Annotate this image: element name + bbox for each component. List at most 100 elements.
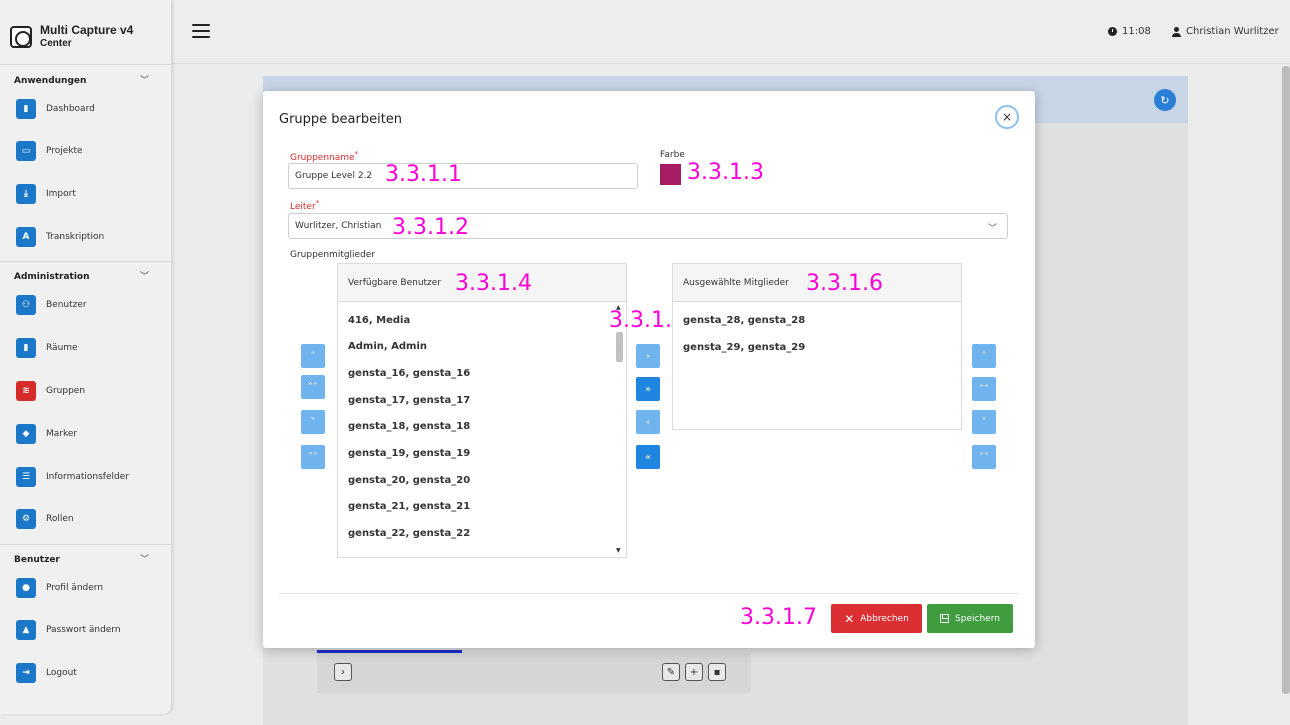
roles-icon: ⚙	[16, 509, 36, 529]
move-down-button[interactable]: ˅	[301, 410, 325, 434]
sidebar-item-logout[interactable]: ⇥ Logout	[16, 663, 77, 683]
list-item[interactable]: gensta_19, gensta_19	[348, 448, 470, 459]
sidebar-item-gruppen[interactable]: ≋ Gruppen	[16, 381, 85, 401]
monitor-icon: ▭	[16, 141, 36, 161]
groupname-label: Gruppenname*	[290, 150, 359, 163]
clock-icon	[1108, 27, 1117, 36]
page-scrollbar[interactable]	[1282, 66, 1290, 694]
sidebar-section-benutzer[interactable]: Benutzer	[14, 555, 60, 565]
sidebar-item-benutzer[interactable]: ⚇ Benutzer	[16, 295, 87, 315]
cancel-button[interactable]: ✕ Abbrechen	[831, 604, 922, 633]
available-users-panel: Verfügbare Benutzer 416, Media Admin, Ad…	[337, 263, 627, 558]
list-item[interactable]: gensta_29, gensta_29	[683, 342, 805, 353]
brand[interactable]: Multi Capture v4 Center	[10, 24, 133, 50]
text-icon: A	[16, 227, 36, 247]
sidebar-item-projekte[interactable]: ▭ Projekte	[16, 141, 83, 161]
expand-button[interactable]: ›	[334, 663, 352, 681]
edit-button[interactable]: ✎	[662, 663, 680, 681]
save-button[interactable]: Speichern	[927, 604, 1013, 633]
list-item[interactable]: gensta_16, gensta_16	[348, 368, 470, 379]
list-item[interactable]: 416, Media	[348, 315, 410, 326]
scroll-thumb[interactable]	[616, 332, 623, 362]
chevron-down-icon[interactable]: ﹀	[140, 73, 149, 86]
add-all-button[interactable]: »	[636, 377, 660, 401]
chevron-right-icon: ›	[646, 350, 650, 362]
leader-label: Leiter*	[290, 199, 320, 212]
move-bottom-button[interactable]: ˅˅	[301, 445, 325, 469]
sidebar-item-raeume[interactable]: ▮ Räume	[16, 338, 78, 358]
members-label: Gruppenmitglieder	[290, 250, 376, 260]
annotation-label: 3.3.1.2	[392, 215, 469, 240]
sidebar-divider	[0, 544, 172, 545]
move-top-button[interactable]: ˄˄	[972, 377, 996, 401]
edit-group-dialog: Gruppe bearbeiten × Gruppenname* Gruppe …	[263, 91, 1035, 648]
chevron-down-icon[interactable]: ﹀	[140, 552, 149, 565]
sidebar-divider	[0, 261, 172, 262]
user-name: Christian Wurlitzer	[1186, 26, 1279, 37]
top-bar: 11:08 Christian Wurlitzer	[0, 0, 1290, 64]
double-chevron-down-icon: ˅˅	[308, 451, 318, 463]
menu-toggle-icon[interactable]	[192, 24, 210, 38]
dialog-title: Gruppe bearbeiten	[279, 112, 403, 127]
rooms-icon: ▮	[16, 338, 36, 358]
close-button[interactable]: ×	[995, 105, 1019, 129]
annotation-label: 3.3.1.4	[455, 271, 532, 296]
sidebar-item-profil[interactable]: ● Profil ändern	[16, 578, 103, 598]
sidebar-item-dashboard[interactable]: ▮ Dashboard	[16, 99, 95, 119]
remove-selected-button[interactable]: ‹	[636, 410, 660, 434]
chevron-down-icon[interactable]: ﹀	[140, 269, 149, 282]
list-item[interactable]: gensta_22, gensta_22	[348, 528, 470, 539]
move-down-button[interactable]: ˅	[972, 410, 996, 434]
chevron-down-icon: ˅	[981, 416, 987, 428]
users-icon: ⚇	[16, 295, 36, 315]
chevron-left-icon: ‹	[646, 416, 650, 428]
sidebar-divider	[0, 64, 172, 65]
move-top-button[interactable]: ˄˄	[301, 375, 325, 399]
sidebar-item-rollen[interactable]: ⚙ Rollen	[16, 509, 74, 529]
move-bottom-button[interactable]: ˅˅	[972, 445, 996, 469]
move-up-button[interactable]: ˄	[972, 344, 996, 368]
list-item[interactable]: gensta_28, gensta_28	[683, 315, 805, 326]
list-item[interactable]: gensta_18, gensta_18	[348, 421, 470, 432]
move-up-button[interactable]: ˄	[301, 344, 325, 368]
list-item[interactable]: gensta_17, gensta_17	[348, 395, 470, 406]
add-selected-button[interactable]: ›	[636, 344, 660, 368]
annotation-label: 3.3.1.7	[740, 605, 817, 630]
list-item[interactable]: gensta_20, gensta_20	[348, 475, 470, 486]
sidebar-section-anwendungen[interactable]: Anwendungen	[14, 76, 86, 86]
chevron-up-icon: ˄	[310, 350, 316, 362]
color-picker[interactable]	[660, 164, 681, 185]
clock-time: 11:08	[1122, 26, 1151, 37]
clock: 11:08	[1108, 26, 1151, 37]
list-item[interactable]: gensta_21, gensta_21	[348, 501, 470, 512]
sidebar-item-passwort[interactable]: ▲ Passwort ändern	[16, 620, 121, 640]
list-icon: ☰	[16, 467, 36, 487]
chevron-right-icon: ›	[341, 666, 345, 678]
user-icon	[1172, 26, 1181, 37]
double-chevron-down-icon: ˅˅	[979, 451, 989, 463]
annotation-label: 3.3.1.1	[385, 162, 462, 187]
user-menu[interactable]: Christian Wurlitzer	[1172, 26, 1279, 37]
color-label: Farbe	[660, 150, 685, 160]
camera-shutter-icon	[10, 26, 32, 48]
import-icon: ⤓	[16, 184, 36, 204]
sidebar-item-informationsfelder[interactable]: ☰ Informationsfelder	[16, 467, 129, 487]
app-title: Multi Capture v4 Center	[40, 23, 134, 50]
edit-icon: ✎	[666, 666, 676, 678]
sidebar-item-import[interactable]: ⤓ Import	[16, 184, 76, 204]
delete-button[interactable]: ▪	[708, 663, 726, 681]
close-icon: ✕	[844, 611, 855, 626]
remove-all-button[interactable]: «	[636, 445, 660, 469]
sidebar-item-transkription[interactable]: A Transkription	[16, 227, 104, 247]
list-item[interactable]: Admin, Admin	[348, 341, 427, 352]
sidebar-item-marker[interactable]: ◆ Marker	[16, 424, 77, 444]
sidebar-section-administration[interactable]: Administration	[14, 272, 90, 282]
groupname-input[interactable]: Gruppe Level 2.2	[288, 163, 638, 189]
save-icon	[940, 614, 950, 623]
close-icon: ×	[1001, 110, 1013, 124]
list-scrollbar[interactable]: ▲ ▼	[615, 304, 624, 556]
refresh-button[interactable]: ↻	[1154, 89, 1176, 111]
add-button[interactable]: +	[685, 663, 703, 681]
layers-icon: ≋	[16, 381, 36, 401]
dashboard-icon: ▮	[16, 99, 36, 119]
